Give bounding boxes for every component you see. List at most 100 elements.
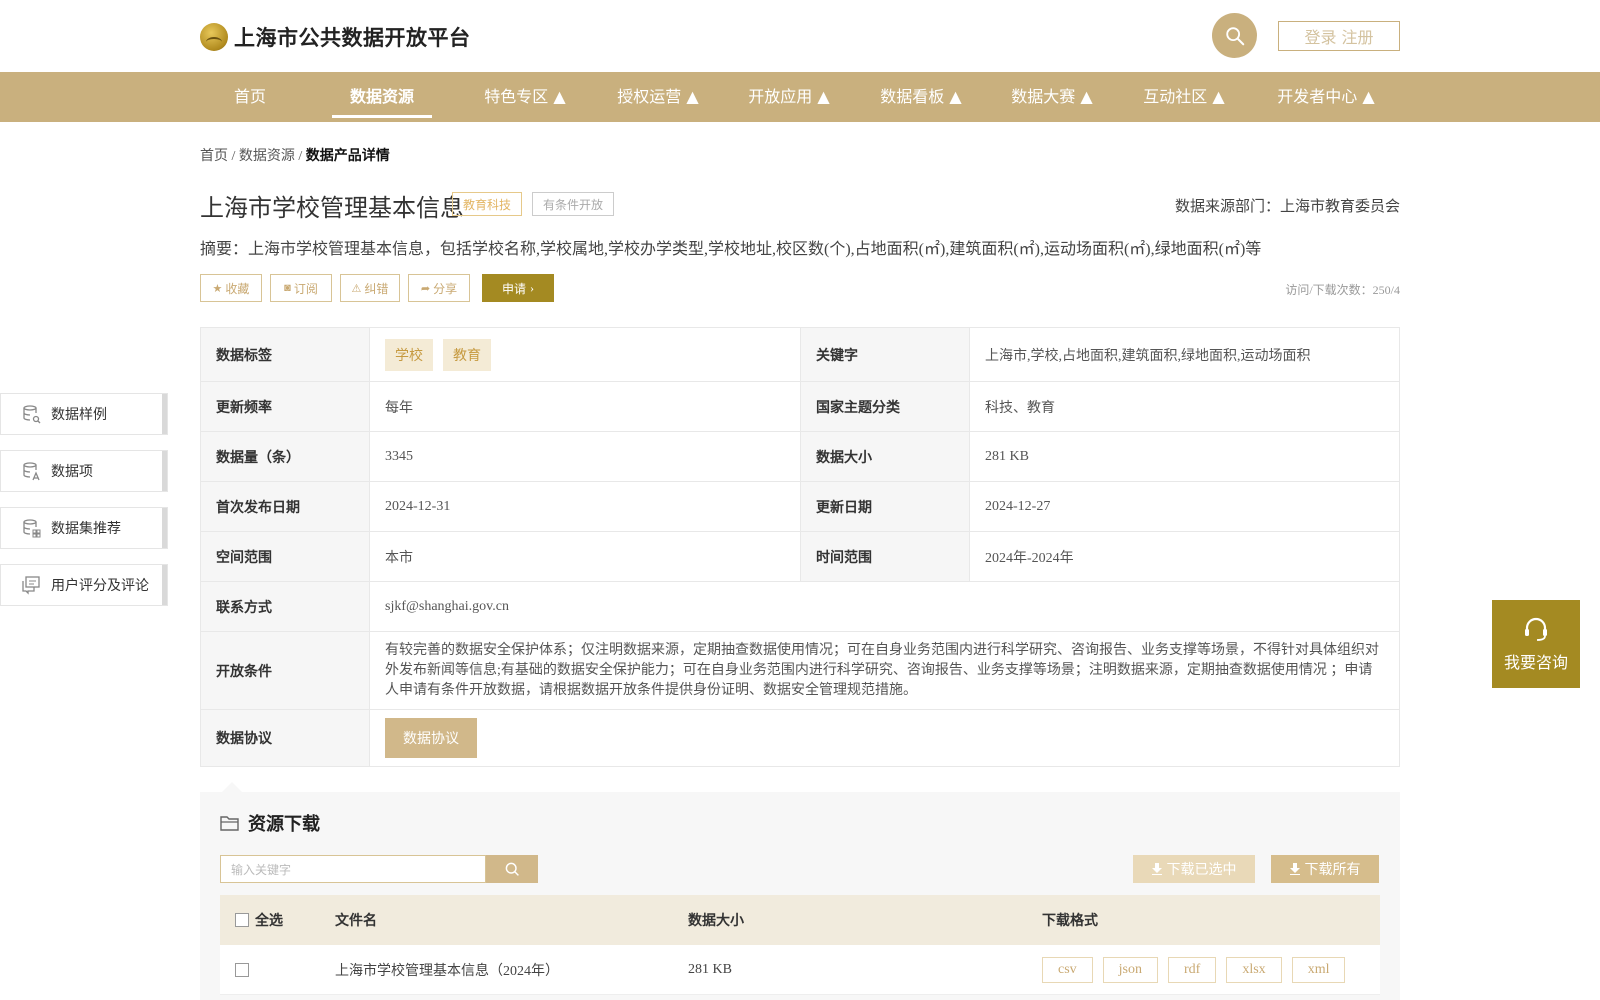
resource-search-input[interactable]: 输入关键字	[220, 855, 486, 883]
consult-label: 我要咨询	[1503, 653, 1568, 672]
tags-value: 学校 教育	[369, 328, 801, 381]
format-rdf-button[interactable]: rdf	[1168, 957, 1217, 983]
site-logo[interactable]: 上海市公共数据开放平台	[200, 22, 471, 52]
download-icon	[1289, 863, 1300, 875]
nav-home[interactable]: 首页	[222, 72, 278, 122]
breadcrumb-home[interactable]: 首页	[200, 149, 228, 164]
nav-community[interactable]: 互动社区 ▲	[1124, 72, 1244, 122]
action-bar: ★ 收藏 ◙ 订阅 ⚠ 纠错 ➦ 分享 申请 ›	[200, 274, 554, 302]
side-item-data-sample[interactable]: 数据样例	[0, 393, 168, 435]
apply-label: 申请	[501, 281, 526, 296]
side-item-data-fields[interactable]: 数据项	[0, 450, 168, 492]
keywords-label: 关键字	[801, 328, 969, 381]
first-publish-label: 首次发布日期	[201, 482, 369, 531]
nav-authorized-ops[interactable]: 授权运营 ▲	[598, 72, 718, 122]
report-error-button[interactable]: ⚠ 纠错	[340, 274, 400, 302]
share-icon: ➦	[420, 282, 431, 295]
chevron-right-icon: ›	[530, 280, 534, 295]
share-button[interactable]: ➦ 分享	[408, 274, 470, 302]
report-label: 纠错	[364, 281, 389, 296]
format-json-button[interactable]: json	[1102, 957, 1159, 983]
subscribe-label: 订阅	[293, 281, 318, 296]
open-conditions-text: 有较完善的数据安全保护体系；仅注明数据来源，定期抽查数据使用情况；可在自身业务范…	[385, 642, 1379, 698]
bookmark-icon: ◙	[284, 282, 291, 294]
database-search-icon	[23, 405, 41, 424]
download-icon	[1151, 863, 1162, 875]
open-type-tag: 有条件开放	[532, 192, 614, 216]
data-size-value: 281 KB	[969, 432, 1399, 481]
info-row: 数据标签 学校 教育 关键字 上海市,学校,占地面积,建筑面积,绿地面积,运动场…	[201, 328, 1399, 382]
apply-button[interactable]: 申请 ›	[482, 274, 554, 302]
info-row: 开放条件 有较完善的数据安全保护体系；仅注明数据来源，定期抽查数据使用情况；可在…	[201, 632, 1399, 710]
spatial-range-value: 本市	[369, 532, 801, 581]
logo-icon	[200, 23, 228, 51]
select-all-checkbox[interactable]	[235, 913, 249, 927]
resource-search-button[interactable]	[486, 855, 538, 883]
section-notch	[222, 782, 242, 792]
open-conditions-label: 开放条件	[201, 632, 369, 709]
format-buttons: csv json rdf xlsx xml	[1042, 945, 1355, 995]
info-row: 数据量（条） 3345 数据大小 281 KB	[201, 432, 1399, 482]
tag-chip[interactable]: 教育	[443, 338, 491, 371]
consult-button[interactable]: 我要咨询	[1492, 600, 1580, 688]
side-item-label: 用户评分及评论	[51, 578, 149, 594]
site-title: 上海市公共数据开放平台	[234, 26, 471, 50]
format-csv-button[interactable]: csv	[1042, 957, 1093, 983]
folder-icon	[220, 816, 239, 831]
info-row: 更新频率 每年 国家主题分类 科技、教育	[201, 382, 1399, 432]
resource-download-section: 资源下载 输入关键字 下载已选中 下载所有 全选 文件名 数据大小 下载格式 上…	[200, 792, 1400, 1000]
search-button[interactable]	[1212, 13, 1257, 58]
side-item-dataset-recommend[interactable]: 数据集推荐	[0, 507, 168, 549]
table-row: 上海市学校管理基本信息（2024年） 281 KB csv json rdf x…	[220, 945, 1380, 995]
first-publish-value: 2024-12-31	[369, 482, 801, 531]
site-header: 上海市公共数据开放平台 登录 注册	[0, 0, 1600, 72]
update-date-label: 更新日期	[801, 482, 969, 531]
nav-special-zone[interactable]: 特色专区 ▲	[465, 72, 585, 122]
frequency-value: 每年	[369, 382, 801, 431]
keywords-value: 上海市,学校,占地面积,建筑面积,绿地面积,运动场面积	[969, 328, 1399, 381]
tag-chip[interactable]: 学校	[385, 338, 433, 371]
format-xml-button[interactable]: xml	[1291, 957, 1346, 983]
row-checkbox[interactable]	[235, 963, 249, 977]
visit-download-count: 访问/下载次数：250/4	[1285, 283, 1400, 297]
nav-open-apps[interactable]: 开放应用 ▲	[729, 72, 849, 122]
breadcrumb-separator: /	[298, 149, 303, 164]
data-size-label: 数据大小	[801, 432, 969, 481]
side-item-ratings-comments[interactable]: 用户评分及评论	[0, 564, 168, 606]
record-count-value: 3345	[369, 432, 801, 481]
breadcrumb-data-resources[interactable]: 数据资源	[239, 149, 295, 164]
contact-value: sjkf@shanghai.gov.cn	[369, 582, 1399, 631]
nav-data-contest[interactable]: 数据大赛 ▲	[992, 72, 1112, 122]
favorite-label: 收藏	[225, 281, 250, 296]
size-header: 数据大小	[688, 913, 744, 929]
info-row: 空间范围 本市 时间范围 2024年-2024年	[201, 532, 1399, 582]
download-all-button[interactable]: 下载所有	[1271, 855, 1379, 883]
row-select-cell	[235, 945, 255, 995]
contact-label: 联系方式	[201, 582, 369, 631]
formats-header: 下载格式	[1042, 913, 1098, 929]
breadcrumb: 首页 / 数据资源 / 数据产品详情	[200, 145, 390, 165]
subscribe-button[interactable]: ◙ 订阅	[270, 274, 332, 302]
select-all-label: 全选	[255, 913, 283, 929]
login-register-button[interactable]: 登录 注册	[1278, 21, 1400, 51]
frequency-label: 更新频率	[201, 382, 369, 431]
protocol-label: 数据协议	[201, 710, 369, 766]
breadcrumb-separator: /	[231, 149, 236, 164]
file-name[interactable]: 上海市学校管理基本信息（2024年）	[335, 945, 559, 995]
protocol-value: 数据协议	[369, 710, 1399, 766]
data-protocol-button[interactable]: 数据协议	[385, 718, 477, 758]
nav-data-resources[interactable]: 数据资源	[332, 72, 432, 122]
side-item-label: 数据项	[51, 464, 93, 480]
favorite-button[interactable]: ★ 收藏	[200, 274, 262, 302]
share-label: 分享	[433, 281, 458, 296]
search-icon	[1225, 26, 1244, 45]
nav-developer-center[interactable]: 开发者中心 ▲	[1258, 72, 1394, 122]
format-xlsx-button[interactable]: xlsx	[1226, 957, 1282, 983]
warning-icon: ⚠	[351, 282, 362, 295]
resource-download-title: 资源下载	[220, 810, 320, 836]
download-selected-button[interactable]: 下载已选中	[1133, 855, 1255, 883]
download-selected-label: 下载已选中	[1166, 863, 1237, 878]
info-row: 首次发布日期 2024-12-31 更新日期 2024-12-27	[201, 482, 1399, 532]
nav-data-dashboard[interactable]: 数据看板 ▲	[861, 72, 981, 122]
category-tag: 教育科技	[452, 192, 522, 216]
